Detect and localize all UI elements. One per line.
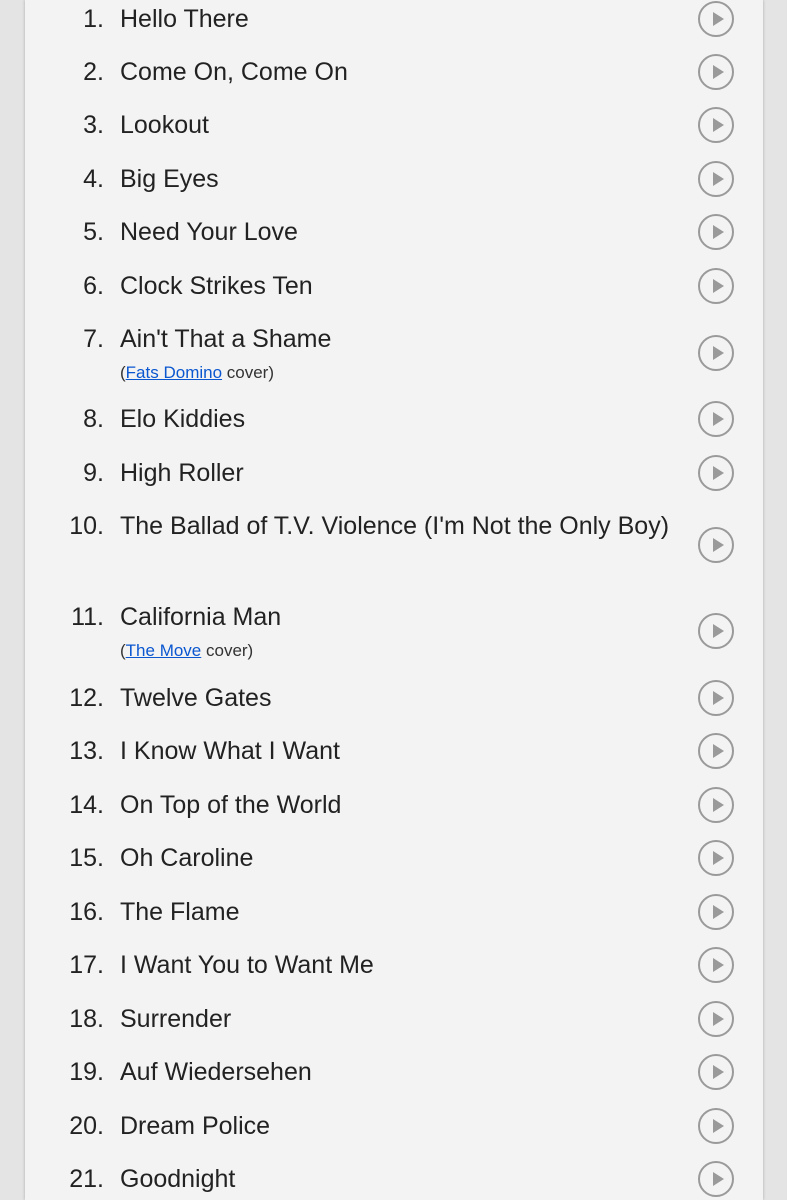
track-number: 12. xyxy=(69,684,104,712)
note-close: cover) xyxy=(201,641,254,660)
track-number: 17. xyxy=(69,951,104,979)
artist-link[interactable]: The Move xyxy=(126,641,202,660)
track-number: 10. xyxy=(69,512,104,540)
track-title: Dream Police xyxy=(120,1112,271,1140)
track-title: Come On, Come On xyxy=(120,58,348,86)
track-number: 5. xyxy=(83,218,104,246)
track-number: 19. xyxy=(69,1058,104,1086)
play-circle-icon[interactable] xyxy=(698,680,734,716)
play-circle-icon[interactable] xyxy=(698,335,734,371)
track-number: 9. xyxy=(83,459,104,487)
play-circle-icon[interactable] xyxy=(698,107,734,143)
track-title: I Know What I Want xyxy=(120,737,340,765)
play-circle-icon[interactable] xyxy=(698,54,734,90)
track-number: 18. xyxy=(69,1005,104,1033)
play-circle-icon[interactable] xyxy=(698,894,734,930)
track-number: 4. xyxy=(83,165,104,193)
play-circle-icon[interactable] xyxy=(698,947,734,983)
play-circle-icon[interactable] xyxy=(698,527,734,563)
play-circle-icon[interactable] xyxy=(698,613,734,649)
track-number: 20. xyxy=(69,1112,104,1140)
track-number: 6. xyxy=(83,272,104,300)
track-number: 21. xyxy=(69,1165,104,1193)
play-circle-icon[interactable] xyxy=(698,1108,734,1144)
play-circle-icon[interactable] xyxy=(698,268,734,304)
play-circle-icon[interactable] xyxy=(698,1161,734,1197)
track-number: 8. xyxy=(83,405,104,433)
track-title: Clock Strikes Ten xyxy=(120,272,313,300)
play-circle-icon[interactable] xyxy=(698,787,734,823)
track-title: Elo Kiddies xyxy=(120,405,246,433)
track-number: 14. xyxy=(69,791,104,819)
artist-link[interactable]: Fats Domino xyxy=(126,363,222,382)
play-circle-icon[interactable] xyxy=(698,455,734,491)
track-title: High Roller xyxy=(120,459,244,487)
track-title: Twelve Gates xyxy=(120,684,272,712)
track-title: Ain't That a Shame xyxy=(120,325,332,353)
play-circle-icon[interactable] xyxy=(698,161,734,197)
track-number: 13. xyxy=(69,737,104,765)
track-list-panel: 1. Hello There 2. Come On, Come On 3. Lo… xyxy=(25,0,763,1200)
track-number: 16. xyxy=(69,898,104,926)
track-number: 3. xyxy=(83,111,104,139)
track-title: I Want You to Want Me xyxy=(120,951,374,979)
track-number: 15. xyxy=(69,844,104,872)
track-title: The Flame xyxy=(120,898,240,926)
track-title: Need Your Love xyxy=(120,218,298,246)
play-circle-icon[interactable] xyxy=(698,1001,734,1037)
play-circle-icon[interactable] xyxy=(698,401,734,437)
track-number: 7. xyxy=(83,325,104,353)
track-number: 11. xyxy=(71,603,104,631)
track-title: Oh Caroline xyxy=(120,844,254,872)
cover-note: (Fats Domino cover) xyxy=(120,362,274,384)
track-title: California Man xyxy=(120,603,282,631)
track-number: 2. xyxy=(83,58,104,86)
track-title: Goodnight xyxy=(120,1165,236,1193)
play-circle-icon[interactable] xyxy=(698,733,734,769)
play-circle-icon[interactable] xyxy=(698,1054,734,1090)
track-title: Surrender xyxy=(120,1005,232,1033)
track-title: The Ballad of T.V. Violence (I'm Not the… xyxy=(120,512,670,540)
cover-note: (The Move cover) xyxy=(120,640,253,662)
play-circle-icon[interactable] xyxy=(698,840,734,876)
track-title: Hello There xyxy=(120,5,249,33)
track-title: Big Eyes xyxy=(120,165,219,193)
track-title: On Top of the World xyxy=(120,791,342,819)
play-circle-icon[interactable] xyxy=(698,214,734,250)
track-number: 1. xyxy=(83,5,104,33)
track-title: Auf Wiedersehen xyxy=(120,1058,312,1086)
track-title: Lookout xyxy=(120,111,209,139)
play-circle-icon[interactable] xyxy=(698,1,734,37)
note-close: cover) xyxy=(222,363,275,382)
